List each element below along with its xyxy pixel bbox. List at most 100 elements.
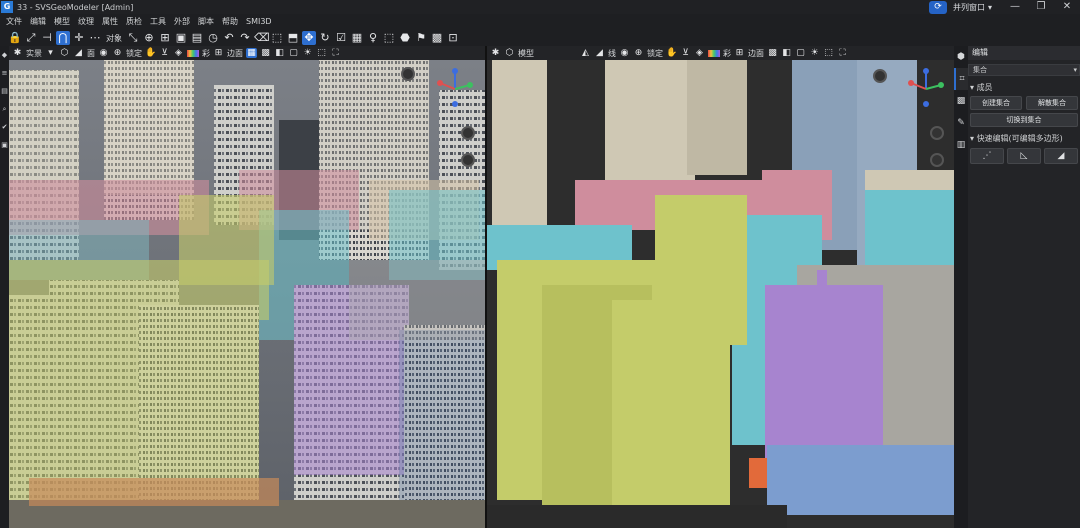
edge-face-label[interactable]: 边面	[748, 48, 764, 59]
nav-pan-icon[interactable]	[930, 126, 944, 140]
menu-item[interactable]: 属性	[98, 14, 122, 30]
expand-icon[interactable]: ⛶	[837, 48, 848, 58]
box-icon[interactable]: ▢	[795, 48, 806, 58]
lock-label[interactable]: 锁定	[126, 48, 142, 59]
cube-view-icon[interactable]: ⬡	[59, 48, 70, 58]
edit-bracket-icon[interactable]: ⌗	[954, 68, 968, 90]
color-swatch-icon[interactable]	[187, 49, 199, 57]
nav-pan-icon[interactable]	[461, 126, 475, 140]
color-swatch-icon[interactable]	[708, 49, 720, 57]
sun-icon[interactable]: ☀	[302, 48, 313, 58]
grid-icon[interactable]: ⊞	[734, 48, 745, 58]
settings-icon[interactable]: ✱	[12, 48, 23, 58]
set-select[interactable]: 集合 ▾	[968, 64, 1080, 76]
hand-icon[interactable]: ✋	[666, 48, 677, 58]
color-label[interactable]: 彩	[723, 48, 731, 59]
minimize-button[interactable]: —	[1002, 0, 1028, 14]
erase-icon[interactable]: ⌫	[254, 31, 270, 45]
rotate-icon[interactable]: ↻	[318, 31, 332, 45]
face-mode-button[interactable]: ◢	[1044, 148, 1078, 164]
layout-dropdown[interactable]: 并列窗口 ▾	[953, 2, 992, 13]
menu-item[interactable]: 文件	[2, 14, 26, 30]
grid-icon[interactable]: ⊞	[158, 31, 172, 45]
history-icon[interactable]: ◷	[206, 31, 220, 45]
vertex-mode-button[interactable]: ⋰	[970, 148, 1004, 164]
cube-icon[interactable]: ⬡	[504, 48, 515, 58]
triangle-icon[interactable]: ◢	[594, 48, 605, 58]
texture-icon[interactable]: ▦	[246, 48, 257, 58]
view-icon[interactable]: ⊻	[680, 48, 691, 58]
quick-edit-section[interactable]: ▾ 快速编辑(可编辑多边形)	[968, 133, 1080, 144]
nav-zoom-icon[interactable]	[930, 153, 944, 167]
wrench-icon[interactable]: ✎	[954, 112, 968, 134]
flag-icon[interactable]: ⚑	[414, 31, 428, 45]
lock-label[interactable]: 锁定	[647, 48, 663, 59]
dissolve-set-button[interactable]: 解散集合	[1026, 96, 1078, 110]
undo-icon[interactable]: ↶	[222, 31, 236, 45]
members-section[interactable]: ▾ 成员	[968, 82, 1080, 93]
table-icon[interactable]: ▦	[350, 31, 364, 45]
layers-icon[interactable]: ▤	[0, 82, 9, 100]
chevron-down-icon[interactable]: ▾	[45, 48, 56, 58]
camera-icon[interactable]: ◭	[580, 48, 591, 58]
reality-viewport[interactable]	[9, 60, 485, 528]
lock-icon[interactable]: 🔒	[8, 31, 22, 45]
maximize-button[interactable]: ❐	[1028, 0, 1054, 14]
nav-orbit-icon[interactable]	[401, 67, 415, 81]
menu-item[interactable]: 工具	[146, 14, 170, 30]
expand-icon[interactable]: ⛶	[330, 48, 341, 58]
cube-icon[interactable]: ◆	[0, 46, 9, 64]
frame-icon[interactable]: ⬚	[382, 31, 396, 45]
eye-icon[interactable]: ◉	[619, 48, 630, 58]
clipboard-icon[interactable]: ▣	[0, 136, 9, 154]
sun-icon[interactable]: ☀	[809, 48, 820, 58]
axis-gizmo-icon[interactable]	[434, 68, 476, 110]
check-icon[interactable]: ☑	[334, 31, 348, 45]
sync-icon[interactable]: ⟳	[928, 0, 947, 14]
layers-icon[interactable]: ▤	[190, 31, 204, 45]
shape-icon[interactable]: ⬣	[398, 31, 412, 45]
menu-item[interactable]: 帮助	[218, 14, 242, 30]
triangle-icon[interactable]: ◢	[73, 48, 84, 58]
snap-icon[interactable]: ⊕	[112, 48, 123, 58]
edge-mode-button[interactable]: ◺	[1007, 148, 1041, 164]
search-icon[interactable]: ⌕	[0, 100, 9, 118]
nav-zoom-icon[interactable]	[461, 153, 475, 167]
snap-icon[interactable]: ⊕	[633, 48, 644, 58]
list-icon[interactable]: ≡	[0, 64, 9, 82]
half-icon[interactable]: ◧	[781, 48, 792, 58]
view-icon[interactable]: ⊻	[159, 48, 170, 58]
nav-orbit-icon[interactable]	[873, 69, 887, 83]
magnet-icon[interactable]: ⋂	[56, 31, 70, 45]
transform-icon[interactable]: ✛	[72, 31, 86, 45]
cube-icon[interactable]: ⬢	[954, 46, 968, 68]
line-label[interactable]: 线	[608, 48, 616, 59]
fit-icon[interactable]: ⊡	[446, 31, 460, 45]
frame-icon[interactable]: ⬚	[823, 48, 834, 58]
menu-item[interactable]: 编辑	[26, 14, 50, 30]
dots-icon[interactable]: ⋯	[88, 31, 102, 45]
move-icon[interactable]: ⤢	[24, 31, 38, 45]
checker-icon[interactable]: ▩	[430, 31, 444, 45]
frame-icon[interactable]: ⬚	[316, 48, 327, 58]
eye-icon[interactable]: ◉	[98, 48, 109, 58]
half-box-icon[interactable]: ⬒	[286, 31, 300, 45]
checker-icon[interactable]: ▩	[767, 48, 778, 58]
menu-item[interactable]: SMI3D	[242, 14, 276, 30]
viewport-mode-label[interactable]: 实景	[26, 48, 42, 59]
edge-face-label[interactable]: 边面	[227, 48, 243, 59]
settings-icon[interactable]: ✱	[490, 48, 501, 58]
axis-icon[interactable]: ⊣	[40, 31, 54, 45]
close-button[interactable]: ✕	[1054, 0, 1080, 14]
snap-icon[interactable]: ⊕	[142, 31, 156, 45]
box-icon[interactable]: ▢	[288, 48, 299, 58]
hand-icon[interactable]: ✋	[145, 48, 156, 58]
scale-icon[interactable]: ⤡	[126, 31, 140, 45]
move-tool-icon[interactable]: ✥	[302, 31, 316, 45]
menu-item[interactable]: 外部	[170, 14, 194, 30]
menu-item[interactable]: 纹理	[74, 14, 98, 30]
object-mode-label[interactable]: 对象	[106, 33, 122, 44]
menu-item[interactable]: 模型	[50, 14, 74, 30]
checker-icon[interactable]: ▩	[260, 48, 271, 58]
book-icon[interactable]: ▥	[954, 134, 968, 156]
